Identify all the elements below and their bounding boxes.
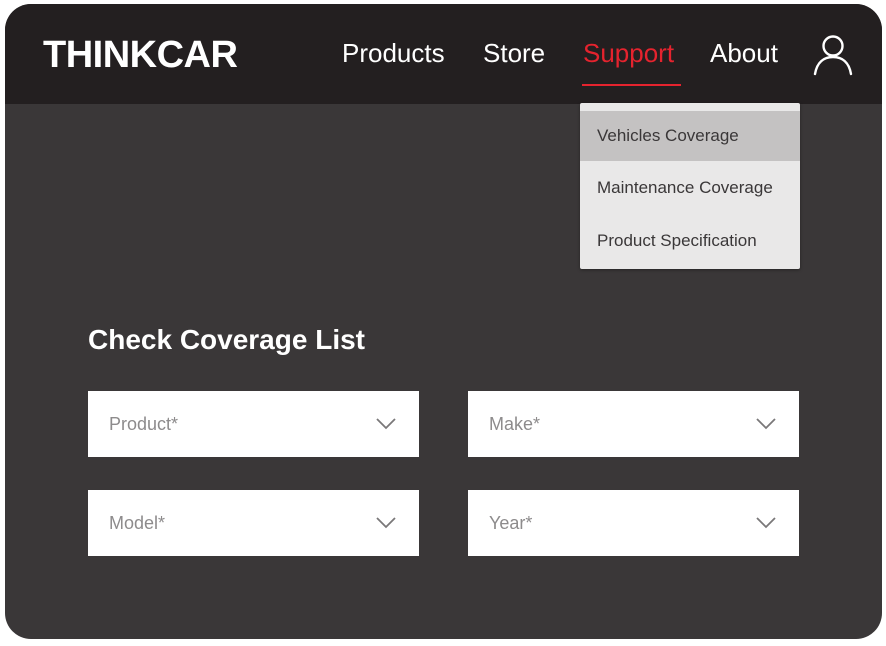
chevron-down-icon [376,418,396,430]
chevron-down-icon [756,418,776,430]
chevron-down-icon [756,517,776,529]
support-dropdown-menu: Vehicles Coverage Maintenance Coverage P… [580,103,800,269]
year-select[interactable]: Year* [468,490,799,556]
menu-item-vehicles-coverage[interactable]: Vehicles Coverage [580,111,800,161]
model-select[interactable]: Model* [88,490,419,556]
menu-item-product-specification[interactable]: Product Specification [580,216,800,266]
coverage-section-title: Check Coverage List [88,324,365,355]
active-nav-underline [582,84,681,86]
nav-products[interactable]: Products [342,37,445,69]
nav-support[interactable]: Support [583,37,674,69]
top-navbar: THINKCAR Products Store Support About [5,4,882,104]
app-window: THINKCAR Products Store Support About Ve… [5,4,882,639]
chevron-down-icon [376,517,396,529]
product-select[interactable]: Product* [88,391,419,457]
make-select-placeholder: Make* [489,414,541,434]
user-account-icon[interactable] [813,34,853,76]
nav-about[interactable]: About [710,37,778,69]
make-select[interactable]: Make* [468,391,799,457]
year-select-placeholder: Year* [489,513,533,533]
thinkcar-logo[interactable]: THINKCAR [43,33,238,77]
nav-store[interactable]: Store [483,37,545,69]
menu-item-maintenance-coverage[interactable]: Maintenance Coverage [580,163,800,213]
model-select-placeholder: Model* [109,513,166,533]
product-select-placeholder: Product* [109,414,179,434]
